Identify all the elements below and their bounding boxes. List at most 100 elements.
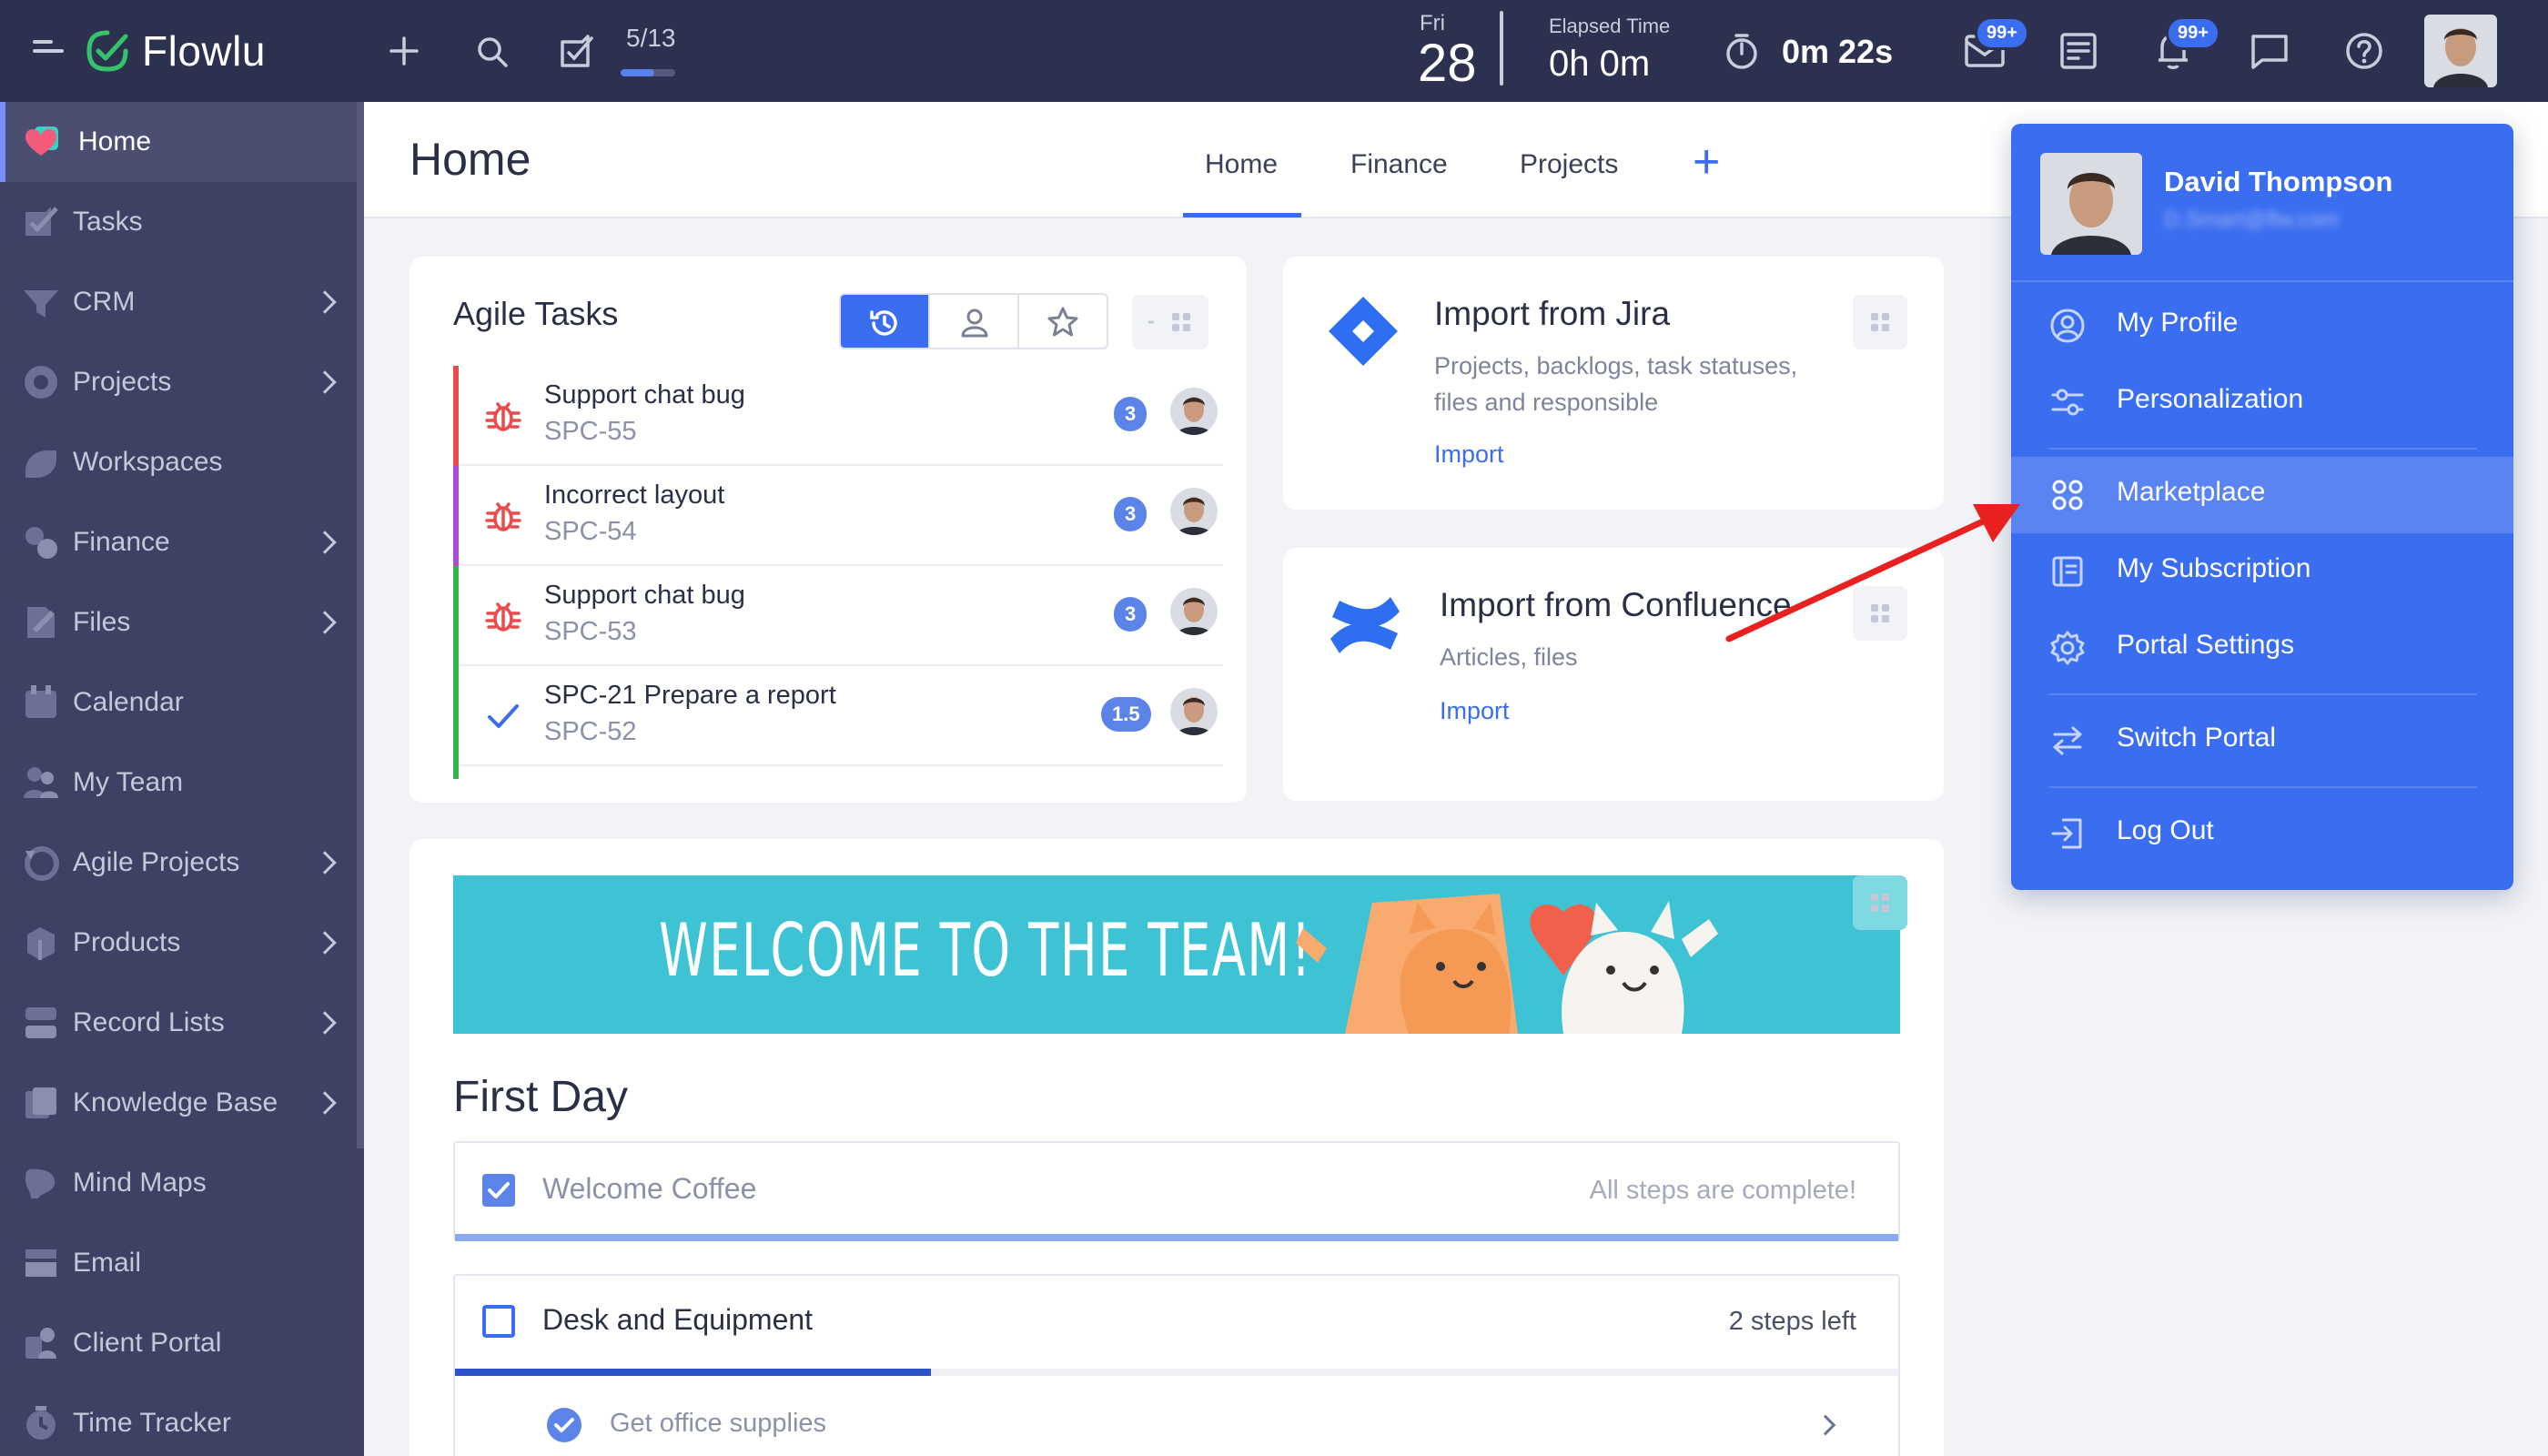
sidebar-item-files[interactable]: Files	[0, 582, 357, 662]
plus-icon[interactable]	[388, 35, 420, 67]
drag-dots-icon	[1172, 313, 1190, 331]
search-icon[interactable]	[475, 35, 510, 69]
sidebar-item-agile-projects[interactable]: Agile Projects	[0, 823, 357, 903]
chevron-right-icon[interactable]	[1815, 1414, 1836, 1436]
jira-logo-icon	[1329, 297, 1398, 366]
tab-home[interactable]: Home	[1205, 149, 1278, 180]
step-welcome-coffee[interactable]: Welcome Coffee All steps are complete!	[453, 1141, 1900, 1241]
task-counter[interactable]: 5/13	[626, 24, 676, 53]
sidebar-item-email[interactable]: Email	[0, 1223, 357, 1303]
timer-value[interactable]: 0m 22s	[1782, 33, 1893, 71]
menu-item-my-profile[interactable]: My Profile	[2011, 288, 2513, 364]
sidebar-item-knowledge-base[interactable]: Knowledge Base	[0, 1063, 357, 1143]
elapsed-time-value: 0h 0m	[1549, 44, 1651, 84]
user-avatar[interactable]	[2424, 15, 2497, 87]
menu-item-portal-settings[interactable]: Portal Settings	[2011, 610, 2513, 686]
sidebar-item-my-team[interactable]: My Team	[0, 743, 357, 823]
date-separator	[1500, 11, 1503, 86]
step-desk-and-equipment[interactable]: Desk and Equipment 2 steps left Get offi…	[453, 1274, 1900, 1456]
app-name: Flowlu	[142, 27, 266, 75]
agile-icon	[25, 846, 59, 881]
task-row[interactable]: Support chat bug SPC-55 3	[453, 366, 1223, 466]
sidebar-item-finance[interactable]: Finance	[0, 502, 357, 582]
sidebar-item-record-lists[interactable]: Record Lists	[0, 983, 357, 1063]
sidebar-item-tasks[interactable]: Tasks	[0, 182, 357, 262]
task-priority-bar	[453, 666, 459, 779]
sidebar-item-calendar[interactable]: Calendar	[0, 662, 357, 743]
bug-icon	[485, 402, 521, 431]
assignee-avatar[interactable]	[1170, 588, 1218, 635]
checkmark-icon	[488, 704, 519, 728]
sidebar-scrollbar[interactable]	[357, 102, 364, 1148]
menu-item-marketplace[interactable]: Marketplace	[2011, 457, 2513, 533]
assignee-avatar[interactable]	[1170, 388, 1218, 435]
task-count-badge: 3	[1114, 597, 1148, 632]
jira-import-link[interactable]: Import	[1434, 440, 1504, 469]
substep-label[interactable]: Get office supplies	[610, 1409, 826, 1439]
menu-item-my-subscription[interactable]: My Subscription	[2011, 533, 2513, 610]
step-checkbox[interactable]	[482, 1305, 515, 1338]
task-name: Support chat bug	[544, 380, 745, 410]
knowledge-base-icon	[25, 1087, 56, 1118]
notes-icon[interactable]	[2058, 31, 2098, 71]
task-priority-bar	[453, 366, 459, 466]
import-jira-card: Import from Jira Projects, backlogs, tas…	[1283, 257, 1944, 510]
notification-badge: 99+	[2166, 16, 2220, 50]
sidebar-item-mind-maps[interactable]: Mind Maps	[0, 1143, 357, 1223]
step-progress-track	[455, 1369, 1898, 1376]
profile-icon	[2050, 308, 2085, 343]
task-checklist-icon[interactable]	[555, 29, 597, 71]
add-tab-button[interactable]: +	[1693, 135, 1720, 189]
active-tab-indicator	[1183, 213, 1301, 217]
sidebar-item-products[interactable]: Products	[0, 903, 357, 983]
profile-dropdown: David Thompson D.Smart@flw.com My Profil…	[2011, 124, 2513, 890]
filter-recent-button[interactable]	[841, 295, 930, 348]
menu-item-log-out[interactable]: Log Out	[2011, 795, 2513, 872]
sliders-icon	[2051, 389, 2084, 416]
sidebar-item-home[interactable]: Home	[0, 102, 357, 182]
crm-icon	[24, 290, 58, 318]
dropdown-divider	[2049, 693, 2477, 695]
drag-handle[interactable]	[1154, 295, 1208, 349]
dropdown-divider	[2011, 280, 2513, 282]
agile-tasks-card: Agile Tasks Support chat bug SPC-55 3 In…	[410, 257, 1247, 803]
step-checkbox-checked[interactable]	[482, 1174, 515, 1207]
step-status: 2 steps left	[1728, 1307, 1856, 1336]
menu-toggle-icon[interactable]	[33, 40, 64, 62]
drag-handle[interactable]	[1853, 875, 1907, 930]
task-row[interactable]: Support chat bug SPC-53 3	[453, 566, 1223, 666]
menu-item-switch-portal[interactable]: Switch Portal	[2011, 703, 2513, 779]
dropdown-divider	[2049, 786, 2477, 788]
filter-favorites-button[interactable]	[1019, 295, 1107, 348]
drag-handle[interactable]	[1853, 295, 1907, 349]
star-icon	[1047, 307, 1078, 337]
date-day-number: 28	[1418, 34, 1477, 93]
tab-finance[interactable]: Finance	[1350, 149, 1448, 180]
tab-projects[interactable]: Projects	[1520, 149, 1618, 180]
task-row[interactable]: SPC-21 Prepare a report SPC-52 1.5	[453, 666, 1223, 779]
sidebar-item-crm[interactable]: CRM	[0, 262, 357, 342]
drag-dots-icon	[1871, 313, 1889, 331]
stopwatch-icon[interactable]	[1722, 31, 1762, 71]
subscription-icon	[2052, 556, 2083, 587]
sidebar-item-workspaces[interactable]: Workspaces	[0, 422, 357, 502]
app-logo[interactable]: Flowlu	[86, 25, 266, 76]
sidebar-item-client-portal[interactable]: Client Portal	[0, 1303, 357, 1383]
welcome-banner: WELCOME TO THE TEAM!	[453, 875, 1900, 1034]
confluence-import-link[interactable]: Import	[1440, 697, 1510, 725]
chat-icon[interactable]	[2250, 31, 2290, 71]
task-counter-progress	[621, 69, 675, 76]
tasks-icon	[25, 207, 58, 236]
sidebar-item-projects[interactable]: Projects	[0, 342, 357, 422]
user-icon	[961, 308, 988, 338]
menu-item-personalization[interactable]: Personalization	[2011, 364, 2513, 440]
assignee-avatar[interactable]	[1170, 488, 1218, 535]
sidebar-item-time-tracker[interactable]: Time Tracker	[0, 1383, 357, 1456]
filter-assigned-button[interactable]	[930, 295, 1019, 348]
task-row[interactable]: Incorrect layout SPC-54 3	[453, 466, 1223, 566]
help-icon[interactable]	[2344, 31, 2384, 71]
workspaces-icon	[25, 450, 56, 478]
assignee-avatar[interactable]	[1170, 688, 1218, 735]
step-status: All steps are complete!	[1589, 1176, 1856, 1205]
chevron-right-icon	[313, 611, 337, 634]
